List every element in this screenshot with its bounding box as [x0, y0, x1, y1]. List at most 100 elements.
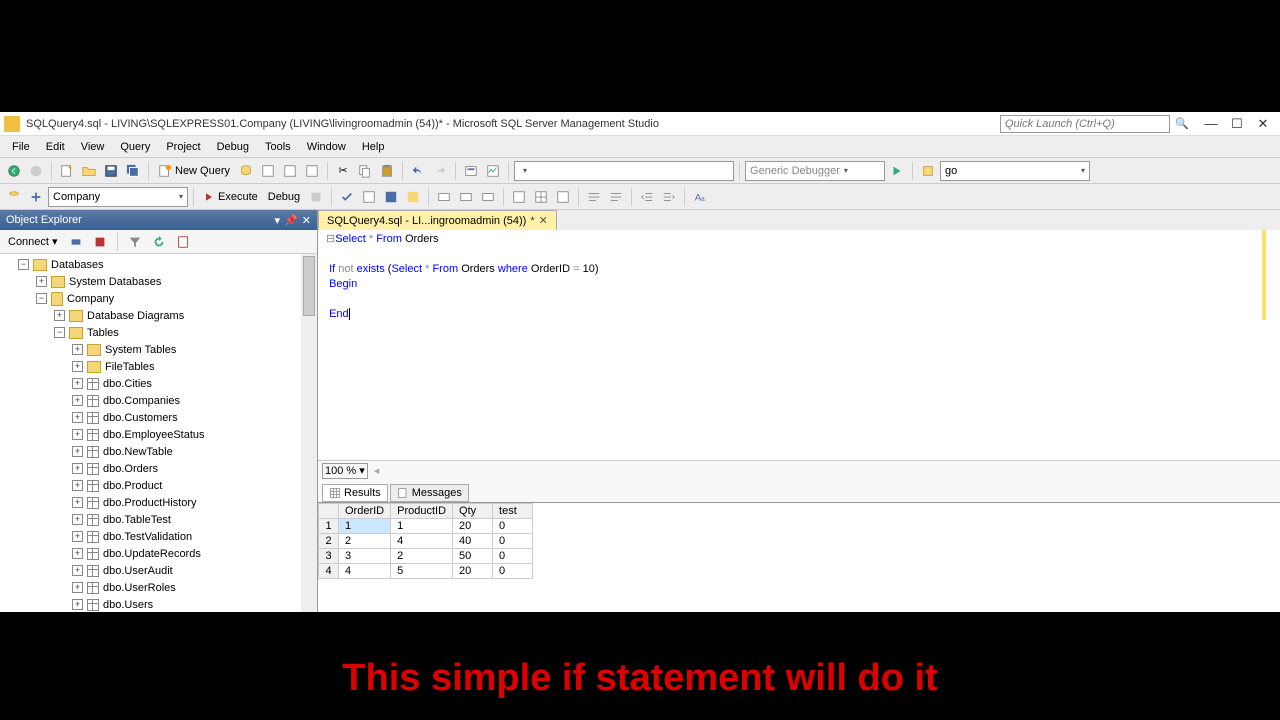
expand-icon[interactable]: +	[72, 429, 83, 440]
expand-icon[interactable]: +	[72, 497, 83, 508]
tree-table-item[interactable]: dbo.Users	[103, 599, 153, 611]
stop-icon[interactable]	[90, 232, 110, 252]
forward-button[interactable]	[26, 161, 46, 181]
solution-config-combo[interactable]: ▾	[514, 161, 734, 181]
use-db-icon[interactable]	[4, 187, 24, 207]
refresh-icon[interactable]	[149, 232, 169, 252]
back-button[interactable]	[4, 161, 24, 181]
menu-tools[interactable]: Tools	[257, 139, 299, 155]
tree-table-item[interactable]: dbo.TableTest	[103, 514, 171, 526]
execute-button[interactable]: Execute	[199, 189, 262, 205]
minimize-button[interactable]: —	[1198, 114, 1224, 134]
parse-icon[interactable]	[337, 187, 357, 207]
database-combo[interactable]: Company▾	[48, 187, 188, 207]
sql-editor[interactable]: ⊟Select * From Orders If not exists (Sel…	[318, 230, 1280, 460]
connect-button[interactable]: Connect ▾	[4, 233, 62, 250]
menu-project[interactable]: Project	[158, 139, 208, 155]
expand-icon[interactable]: +	[72, 463, 83, 474]
tree-table-item[interactable]: dbo.UserRoles	[103, 582, 176, 594]
database-tree[interactable]: −Databases +System Databases −Company +D…	[0, 254, 317, 612]
tree-node-filetables[interactable]: FileTables	[105, 361, 155, 373]
mdx-query-icon[interactable]	[280, 161, 300, 181]
menu-view[interactable]: View	[73, 139, 113, 155]
new-query-button[interactable]: New Query	[154, 162, 234, 180]
query-options-icon[interactable]	[381, 187, 401, 207]
results-grid[interactable]: OrderIDProductIDQtytest 1112002244003325…	[318, 502, 1280, 612]
menu-debug[interactable]: Debug	[209, 139, 257, 155]
expand-icon[interactable]: +	[72, 395, 83, 406]
redo-icon[interactable]	[430, 161, 450, 181]
intellisense-icon[interactable]	[403, 187, 423, 207]
column-header[interactable]: Qty	[453, 504, 493, 519]
debug-button[interactable]: Debug	[264, 189, 304, 205]
save-all-icon[interactable]	[123, 161, 143, 181]
db-engine-query-icon[interactable]	[236, 161, 256, 181]
tree-node-systables[interactable]: System Tables	[105, 344, 176, 356]
close-button[interactable]: ✕	[1250, 114, 1276, 134]
results-text-icon[interactable]	[509, 187, 529, 207]
menu-file[interactable]: File	[4, 139, 38, 155]
tree-node-tables[interactable]: Tables	[87, 327, 119, 339]
table-row[interactable]: 445200	[319, 564, 533, 579]
find-icon[interactable]	[461, 161, 481, 181]
expand-icon[interactable]: +	[72, 480, 83, 491]
column-header[interactable]: test	[493, 504, 533, 519]
expand-icon[interactable]: +	[72, 548, 83, 559]
tree-table-item[interactable]: dbo.NewTable	[103, 446, 173, 458]
panel-close-icon[interactable]: ✕	[302, 214, 311, 227]
table-row[interactable]: 224400	[319, 534, 533, 549]
new-project-icon[interactable]	[57, 161, 77, 181]
expand-icon[interactable]: −	[54, 327, 65, 338]
messages-tab[interactable]: Messages	[390, 484, 469, 502]
maximize-button[interactable]: ☐	[1224, 114, 1250, 134]
quick-launch-input[interactable]	[1000, 115, 1170, 133]
tree-scrollbar[interactable]	[301, 254, 317, 612]
go-input[interactable]: go▾	[940, 161, 1090, 181]
table-row[interactable]: 111200	[319, 519, 533, 534]
expand-icon[interactable]: +	[72, 565, 83, 576]
close-tab-icon[interactable]: ✕	[539, 214, 548, 227]
menu-query[interactable]: Query	[112, 139, 158, 155]
paste-icon[interactable]	[377, 161, 397, 181]
tree-table-item[interactable]: dbo.TestValidation	[103, 531, 192, 543]
uncomment-icon[interactable]	[606, 187, 626, 207]
expand-icon[interactable]: +	[72, 361, 83, 372]
tree-table-item[interactable]: dbo.Orders	[103, 463, 158, 475]
expand-icon[interactable]: +	[72, 599, 83, 610]
search-icon[interactable]: 🔍	[1174, 116, 1190, 132]
include-stats-icon[interactable]	[456, 187, 476, 207]
expand-icon[interactable]: +	[72, 514, 83, 525]
expand-icon[interactable]: +	[72, 531, 83, 542]
table-row[interactable]: 332500	[319, 549, 533, 564]
dmx-query-icon[interactable]	[302, 161, 322, 181]
tree-table-item[interactable]: dbo.EmployeeStatus	[103, 429, 205, 441]
analysis-query-icon[interactable]	[258, 161, 278, 181]
expand-icon[interactable]: +	[72, 446, 83, 457]
results-grid-icon[interactable]	[531, 187, 551, 207]
column-header[interactable]: OrderID	[339, 504, 391, 519]
tree-table-item[interactable]: dbo.UpdateRecords	[103, 548, 201, 560]
cancel-query-icon[interactable]	[306, 187, 326, 207]
include-plan-icon[interactable]	[434, 187, 454, 207]
tree-table-item[interactable]: dbo.Customers	[103, 412, 178, 424]
expand-icon[interactable]: −	[18, 259, 29, 270]
tree-table-item[interactable]: dbo.UserAudit	[103, 565, 173, 577]
increase-indent-icon[interactable]	[659, 187, 679, 207]
panel-dropdown-icon[interactable]: ▾	[275, 214, 281, 227]
results-file-icon[interactable]	[553, 187, 573, 207]
script-icon[interactable]	[173, 232, 193, 252]
decrease-indent-icon[interactable]	[637, 187, 657, 207]
query-tab[interactable]: SQLQuery4.sql - LI...ingroomadmin (54))*…	[318, 210, 557, 230]
expand-icon[interactable]: +	[72, 344, 83, 355]
results-tab[interactable]: Results	[322, 484, 388, 502]
tree-node-diagrams[interactable]: Database Diagrams	[87, 310, 184, 322]
open-file-icon[interactable]	[79, 161, 99, 181]
tree-node-company[interactable]: Company	[67, 293, 114, 305]
tree-table-item[interactable]: dbo.Companies	[103, 395, 180, 407]
tree-table-item[interactable]: dbo.Cities	[103, 378, 152, 390]
expand-icon[interactable]: +	[72, 378, 83, 389]
menu-window[interactable]: Window	[299, 139, 354, 155]
expand-icon[interactable]: +	[72, 412, 83, 423]
menu-help[interactable]: Help	[354, 139, 393, 155]
zoom-combo[interactable]: 100 % ▾	[322, 463, 368, 479]
